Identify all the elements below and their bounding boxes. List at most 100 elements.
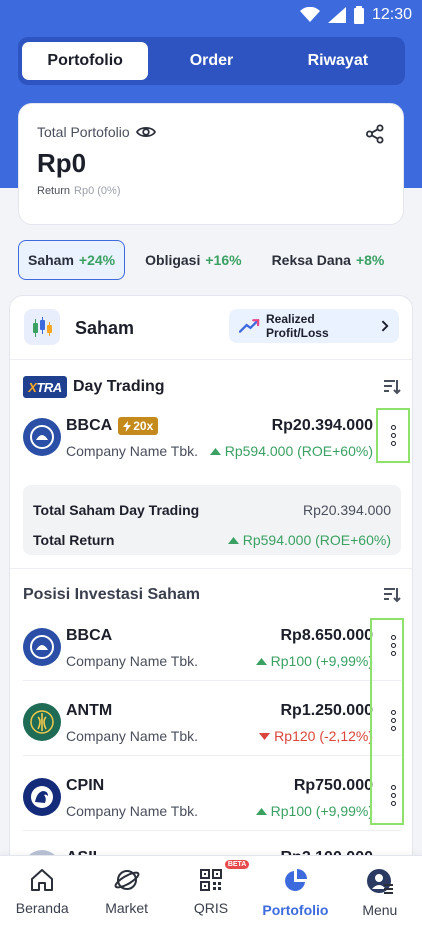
chip-saham[interactable]: Saham +24% <box>18 240 126 280</box>
lightning-icon <box>123 420 132 432</box>
status-bar: 12:30 <box>0 0 422 30</box>
stock-return: Rp594.000 (ROE+60%) <box>209 443 373 459</box>
company-name: Company Name Tbk. <box>66 728 199 744</box>
more-vertical-icon <box>390 784 396 806</box>
total-return-dt-value: Rp594.000 (ROE+60%) <box>227 532 391 548</box>
sort-icon[interactable] <box>383 587 401 603</box>
chip-reksa-dana[interactable]: Reksa Dana +8% <box>262 240 395 280</box>
status-time: 12:30 <box>371 6 412 23</box>
nav-beranda[interactable]: Beranda <box>0 856 84 932</box>
tab-riwayat[interactable]: Riwayat <box>275 42 401 80</box>
stock-return: Rp100 (+9,99%) <box>255 803 373 819</box>
day-trading-title: Day Trading <box>73 378 165 395</box>
company-name: Company Name Tbk. <box>66 443 199 459</box>
nav-menu[interactable]: Menu <box>338 856 422 932</box>
nav-portofolio[interactable]: Portofolio <box>253 856 337 932</box>
stock-symbol: BBCA <box>66 627 113 644</box>
total-return-row: Return Rp0 (0%) <box>37 185 385 197</box>
position-row[interactable]: CPIN Company Name Tbk. Rp750.000 Rp100 (… <box>23 768 401 830</box>
qris-icon <box>200 869 223 891</box>
triangle-up-icon <box>209 447 221 455</box>
xtra-logo-rest: TRA <box>36 379 62 395</box>
chevron-right-icon <box>382 320 389 332</box>
triangle-up-icon <box>255 807 267 815</box>
nav-qris[interactable]: BETA QRIS <box>169 856 253 932</box>
antm-logo-icon <box>23 703 61 741</box>
share-button[interactable] <box>365 124 385 149</box>
stock-price: Rp20.394.000 <box>271 417 373 434</box>
stock-return-value: Rp120 (-2,12%) <box>274 728 373 744</box>
eye-icon[interactable] <box>135 125 156 139</box>
company-name: Company Name Tbk. <box>66 803 199 819</box>
row-divider <box>23 755 401 756</box>
positions-header: Posisi Investasi Saham <box>23 583 401 607</box>
nav-beranda-label: Beranda <box>15 900 69 916</box>
xtra-logo: X TRA <box>23 376 67 398</box>
xtra-logo-x: X <box>28 379 37 395</box>
tab-order[interactable]: Order <box>148 42 274 80</box>
stock-symbol-row: BBCA 20x <box>66 417 159 435</box>
signal-icon <box>327 7 346 23</box>
total-day-trading-row: Total Saham Day Trading Rp20.394.000 <box>33 495 391 525</box>
triangle-up-icon <box>255 657 267 665</box>
chip-obligasi-pct: +16% <box>205 252 242 268</box>
bca-logo-icon <box>23 418 61 456</box>
chip-reksa-dana-label: Reksa Dana <box>271 252 351 268</box>
beta-badge: BETA <box>224 860 250 869</box>
saham-panel-header: Saham Realized Profit/Loss <box>10 296 412 360</box>
more-vertical-icon <box>390 425 396 446</box>
total-day-trading-label: Total Saham Day Trading <box>33 502 200 518</box>
cpin-logo-icon <box>23 778 61 816</box>
bottom-navigation: Beranda Market BETA QRIS Portofolio Menu <box>0 855 422 932</box>
realized-profit-loss-label: Realized Profit/Loss <box>265 312 329 340</box>
triangle-down-icon <box>259 732 271 740</box>
more-options-button[interactable] <box>383 780 403 810</box>
stock-price: Rp750.000 <box>293 777 373 794</box>
row-divider <box>23 830 401 831</box>
trend-up-icon <box>239 319 260 333</box>
nav-qris-label: QRIS <box>193 900 229 916</box>
total-day-trading-value: Rp20.394.000 <box>303 502 391 518</box>
home-icon <box>31 869 54 891</box>
stock-price: Rp1.250.000 <box>280 702 373 719</box>
nav-menu-label: Menu <box>362 902 398 918</box>
tab-portofolio[interactable]: Portofolio <box>22 42 149 80</box>
more-vertical-icon <box>390 709 396 731</box>
stock-symbol: CPIN <box>66 777 105 794</box>
day-trading-summary: Total Saham Day Trading Rp20.394.000 Tot… <box>23 485 401 555</box>
leverage-badge: 20x <box>118 417 159 435</box>
wifi-icon <box>299 7 320 22</box>
realized-profit-loss-button[interactable]: Realized Profit/Loss <box>229 309 399 343</box>
more-options-button[interactable] <box>376 408 410 463</box>
sort-icon[interactable] <box>383 379 401 395</box>
row-divider <box>23 680 401 681</box>
stock-price: Rp8.650.000 <box>280 627 373 644</box>
profile-menu-icon <box>366 869 393 894</box>
chip-obligasi[interactable]: Obligasi +16% <box>135 240 251 280</box>
position-row[interactable]: BBCA Company Name Tbk. Rp8.650.000 Rp100… <box>23 618 401 680</box>
return-value: Rp0 (0%) <box>74 185 121 197</box>
chip-obligasi-label: Obligasi <box>145 252 201 268</box>
total-portfolio-label: Total Portofolio <box>37 124 130 140</box>
chip-saham-label: Saham <box>28 252 74 268</box>
saham-panel-title: Saham <box>75 318 135 338</box>
market-icon <box>114 870 140 890</box>
stock-return-value: Rp100 (+9,99%) <box>270 653 373 669</box>
stock-return: Rp120 (-2,12%) <box>259 728 373 744</box>
nav-market-label: Market <box>105 900 148 916</box>
total-return-dt-label: Total Return <box>33 532 115 548</box>
total-return-dt-row: Total Return Rp594.000 (ROE+60%) <box>33 525 391 555</box>
candlestick-icon <box>24 309 60 345</box>
position-row[interactable]: ANTM Company Name Tbk. Rp1.250.000 Rp120… <box>23 693 401 755</box>
nav-market[interactable]: Market <box>84 856 168 932</box>
day-trading-stock-row[interactable]: BBCA 20x Company Name Tbk. Rp20.394.000 … <box>23 408 410 470</box>
return-label: Return <box>37 185 71 197</box>
pie-chart-icon <box>285 869 308 891</box>
more-options-button[interactable] <box>383 705 403 735</box>
stock-symbol: ANTM <box>66 702 113 719</box>
positions-title: Posisi Investasi Saham <box>23 586 200 603</box>
leverage-value: 20x <box>133 419 154 433</box>
more-options-button[interactable] <box>383 630 403 660</box>
portfolio-summary-card: Total Portofolio Rp0 Return Rp0 (0%) <box>18 103 404 225</box>
asset-filter-chips: Saham +24% Obligasi +16% Reksa Dana +8% <box>18 240 394 280</box>
